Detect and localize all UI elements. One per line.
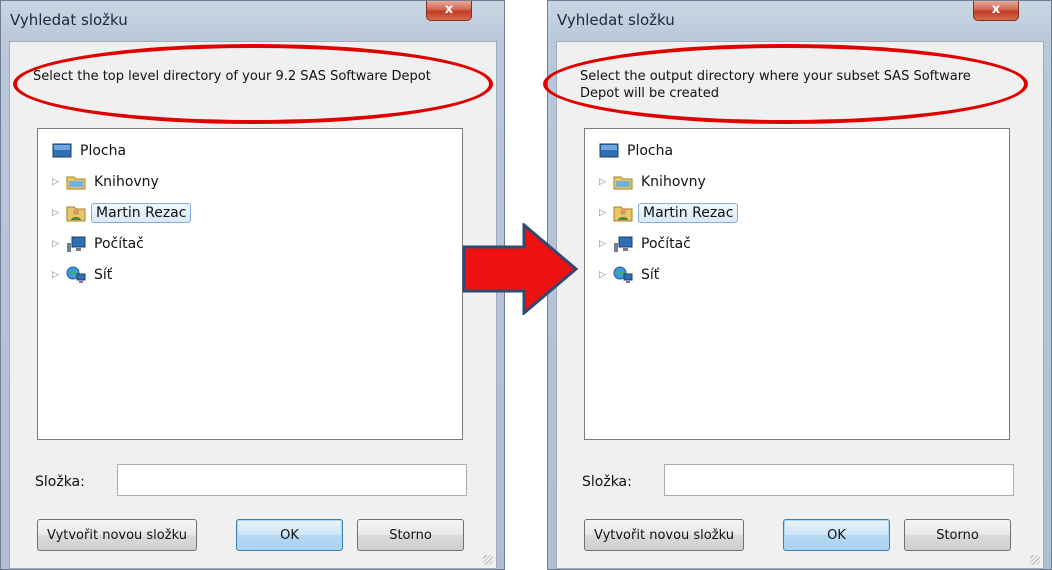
new-folder-button[interactable]: Vytvořit novou složku bbox=[584, 519, 744, 551]
folder-tree[interactable]: Plocha ▷ Knihovny ▷ Martin Rezac ▷ Počít… bbox=[37, 128, 463, 440]
tree-node-label: Knihovny bbox=[641, 174, 706, 190]
tree-node-label: Plocha bbox=[627, 143, 674, 159]
expand-arrow-icon[interactable]: ▷ bbox=[599, 208, 609, 218]
tree-node-computer[interactable]: ▷ Počítač bbox=[599, 232, 694, 256]
tree-node-libraries[interactable]: ▷ Knihovny bbox=[599, 170, 709, 194]
tree-node-label: Počítač bbox=[94, 236, 144, 252]
cancel-button[interactable]: Storno bbox=[904, 519, 1011, 551]
tree-node-label: Síť bbox=[94, 267, 113, 283]
dialog-title: Vyhledat složku bbox=[557, 11, 675, 29]
expand-arrow-icon[interactable]: ▷ bbox=[52, 270, 62, 280]
network-icon bbox=[613, 266, 633, 284]
cancel-button[interactable]: Storno bbox=[357, 519, 464, 551]
tree-node-network[interactable]: ▷ Síť bbox=[599, 263, 662, 287]
title-bar[interactable]: Vyhledat složku x bbox=[1, 1, 504, 41]
tree-node-network[interactable]: ▷ Síť bbox=[52, 263, 115, 287]
desktop-icon bbox=[599, 142, 619, 160]
folder-input[interactable] bbox=[117, 464, 467, 496]
folder-field-label: Složka: bbox=[35, 474, 85, 490]
ok-button[interactable]: OK bbox=[783, 519, 890, 551]
close-button[interactable]: x bbox=[426, 1, 472, 21]
close-icon: x bbox=[444, 2, 454, 17]
user-folder-icon bbox=[66, 204, 86, 222]
desktop-icon bbox=[52, 142, 72, 160]
close-icon: x bbox=[991, 2, 1001, 17]
user-folder-icon bbox=[613, 204, 633, 222]
computer-icon bbox=[66, 235, 86, 253]
expand-arrow-icon[interactable]: ▷ bbox=[52, 208, 62, 218]
expand-arrow-icon[interactable]: ▷ bbox=[52, 177, 62, 187]
tree-node-label: Martin Rezac bbox=[91, 203, 192, 223]
libraries-icon bbox=[613, 173, 633, 191]
right-arrow-icon bbox=[462, 223, 579, 315]
dialog-body: Select the output directory where your s… bbox=[556, 41, 1044, 569]
folder-input[interactable] bbox=[664, 464, 1014, 496]
dialog-prompt: Select the top level directory of your 9… bbox=[33, 69, 431, 84]
tree-node-user-folder[interactable]: ▷ Martin Rezac bbox=[599, 201, 739, 225]
tree-node-desktop[interactable]: Plocha bbox=[52, 139, 129, 163]
dialog-prompt: Select the output directory where your s… bbox=[580, 69, 971, 101]
resize-grip[interactable] bbox=[483, 555, 493, 565]
ok-button[interactable]: OK bbox=[236, 519, 343, 551]
tree-node-label: Síť bbox=[641, 267, 660, 283]
tree-node-label: Martin Rezac bbox=[638, 203, 739, 223]
expand-arrow-icon[interactable]: ▷ bbox=[599, 239, 609, 249]
network-icon bbox=[66, 266, 86, 284]
tree-node-user-folder[interactable]: ▷ Martin Rezac bbox=[52, 201, 192, 225]
folder-field-label: Složka: bbox=[582, 474, 632, 490]
tree-node-desktop[interactable]: Plocha bbox=[599, 139, 676, 163]
browse-folder-dialog-left: Vyhledat složku x Select the top level d… bbox=[0, 0, 505, 570]
dialog-body: Select the top level directory of your 9… bbox=[9, 41, 497, 569]
computer-icon bbox=[613, 235, 633, 253]
new-folder-button[interactable]: Vytvořit novou složku bbox=[37, 519, 197, 551]
tree-node-label: Počítač bbox=[641, 236, 691, 252]
tree-node-libraries[interactable]: ▷ Knihovny bbox=[52, 170, 162, 194]
tree-node-label: Knihovny bbox=[94, 174, 159, 190]
close-button[interactable]: x bbox=[973, 1, 1019, 21]
title-bar[interactable]: Vyhledat složku x bbox=[548, 1, 1051, 41]
expand-arrow-icon[interactable]: ▷ bbox=[52, 239, 62, 249]
expand-arrow-icon[interactable]: ▷ bbox=[599, 177, 609, 187]
expand-arrow-icon[interactable]: ▷ bbox=[599, 270, 609, 280]
libraries-icon bbox=[66, 173, 86, 191]
browse-folder-dialog-right: Vyhledat složku x Select the output dire… bbox=[547, 0, 1052, 570]
tree-node-label: Plocha bbox=[80, 143, 127, 159]
dialog-title: Vyhledat složku bbox=[10, 11, 128, 29]
folder-tree[interactable]: Plocha ▷ Knihovny ▷ Martin Rezac ▷ Počít… bbox=[584, 128, 1010, 440]
tree-node-computer[interactable]: ▷ Počítač bbox=[52, 232, 147, 256]
resize-grip[interactable] bbox=[1030, 555, 1040, 565]
